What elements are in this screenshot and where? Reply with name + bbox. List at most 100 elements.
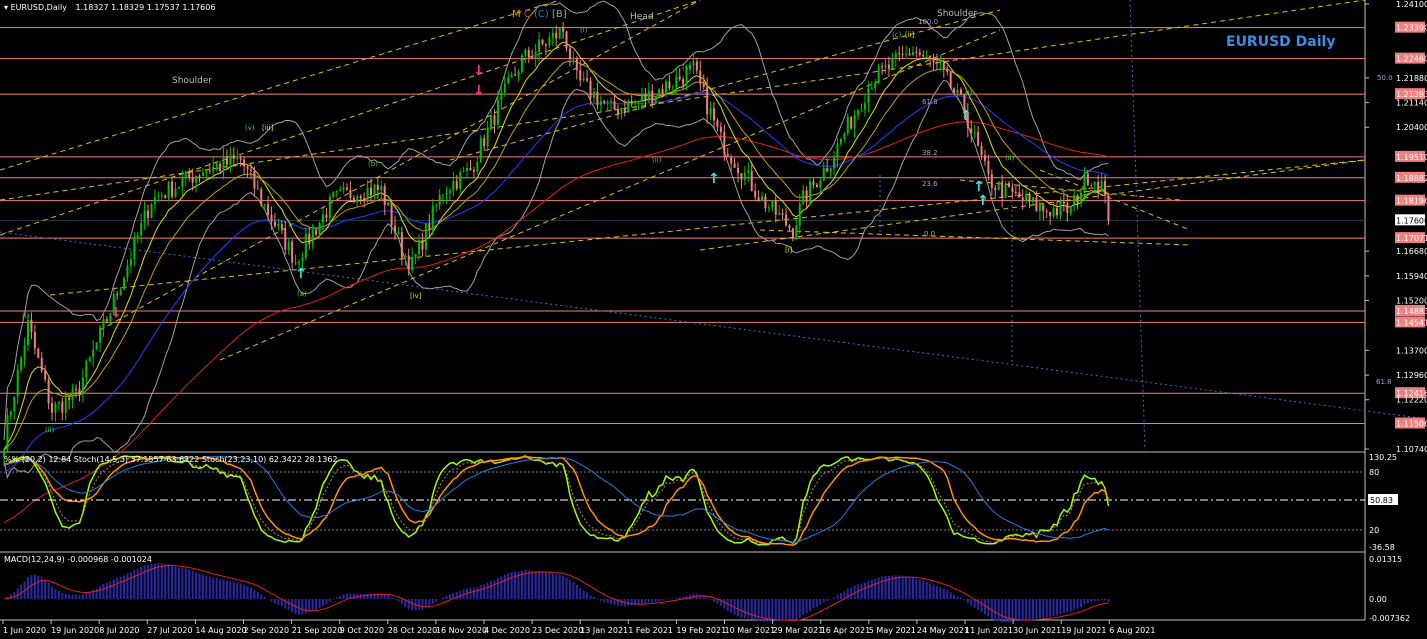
price-chart[interactable]: ↓↓↓↑↑↑↑↑ (i)(ii)(v) [iii](a)(b)[iv](i)(ii…	[0, 0, 1427, 639]
wave-label: (ii)	[45, 426, 55, 434]
candle-body	[143, 210, 146, 223]
date-label: 8 Jul 2020	[99, 626, 139, 635]
candle-body	[390, 202, 393, 226]
stoch-axis-label: 50.83	[1370, 496, 1393, 505]
candle-body	[88, 357, 91, 362]
wave-c: C	[523, 9, 531, 20]
candle-body	[92, 349, 95, 358]
level-label: 1.23390	[1396, 24, 1427, 33]
candle-body	[661, 89, 664, 94]
date-label: 19 Jun 2020	[51, 626, 99, 635]
candle-body	[1049, 211, 1052, 217]
candle-body	[956, 89, 959, 94]
candle-body	[291, 241, 294, 263]
candle-body	[411, 256, 414, 271]
candle-body	[524, 49, 527, 56]
candle-body	[702, 83, 705, 88]
macd-label: MACD(12,24,9) -0.000968 -0.001024	[4, 555, 152, 564]
level-label: 1.14541	[1396, 318, 1427, 327]
candle-body	[929, 55, 932, 60]
candle-body	[795, 225, 798, 239]
date-label: 29 Mar 2021	[773, 626, 824, 635]
candle-body	[785, 214, 788, 226]
candle-body	[23, 344, 26, 358]
level-label: 1.22460	[1396, 55, 1427, 64]
candle-body	[819, 180, 822, 188]
candle-body	[829, 168, 832, 172]
date-label: 30 Jun 2021	[1013, 626, 1061, 635]
candle-body	[160, 195, 163, 197]
candle-body	[1011, 187, 1014, 193]
candle-body	[719, 126, 722, 132]
candle-body	[1018, 192, 1021, 198]
candle-body	[640, 94, 643, 101]
macd-panel: 0.01315 0.00 -0.007362	[3, 555, 1410, 623]
wave-label: (ii)	[652, 156, 662, 164]
candle-body	[133, 237, 136, 260]
candle-body	[373, 185, 376, 196]
candle-body	[363, 198, 366, 200]
candle-body	[438, 194, 441, 206]
candle-body	[260, 189, 263, 205]
candle-body	[503, 83, 506, 93]
candle-body	[105, 318, 108, 322]
price-axis: 1.233901.224601.213931.195101.188821.181…	[1365, 0, 1427, 454]
candle-body	[863, 103, 866, 110]
candle-body	[150, 204, 153, 218]
symbol-label: EURUSD,Daily	[10, 3, 67, 12]
candle-body	[651, 90, 654, 104]
arrow-down-icon: ↓	[473, 83, 485, 99]
candle-body	[229, 155, 232, 165]
candle-body	[397, 232, 400, 234]
fib-label: 100.0	[918, 18, 938, 26]
candle-body	[809, 181, 812, 202]
candle-body	[761, 196, 764, 201]
candle-body	[57, 401, 60, 404]
fib-label: 23.6	[922, 180, 938, 188]
candle-body	[980, 145, 983, 156]
candle-body	[277, 224, 280, 227]
candle-body	[287, 241, 290, 250]
candle-body	[544, 43, 547, 46]
candle-body	[428, 223, 431, 230]
candle-body	[1035, 197, 1038, 212]
candle-body	[407, 255, 410, 271]
candle-body	[620, 107, 623, 114]
candle-body	[352, 198, 355, 203]
arrow-up-icon: ↑	[708, 171, 720, 187]
current-price-label: 1.17606	[1396, 216, 1427, 225]
candle-body	[997, 181, 1000, 191]
candle-body	[246, 166, 249, 170]
collapse-icon[interactable]: ▾	[4, 3, 8, 12]
candle-body	[174, 188, 177, 197]
candle-body	[709, 108, 712, 115]
candle-body	[664, 81, 667, 94]
shoulder-right-label: Shoulder	[937, 9, 978, 19]
candle-body	[538, 39, 541, 52]
candle-body	[627, 101, 630, 113]
candle-body	[836, 143, 839, 158]
candle-body	[466, 168, 469, 171]
candle-body	[654, 95, 657, 104]
candle-body	[68, 397, 71, 400]
candle-body	[232, 155, 235, 160]
candle-body	[754, 191, 757, 198]
candle-body	[548, 37, 551, 46]
candle-body	[198, 175, 201, 177]
price-tick-label: 1.15940	[1396, 272, 1427, 281]
arrow-up-icon: ↑	[977, 193, 989, 209]
moving-averages	[3, 41, 1109, 523]
candle-body	[366, 187, 369, 200]
candlesticks	[3, 21, 1110, 467]
candle-body	[126, 265, 129, 278]
arrow-up-icon: ↑	[960, 108, 972, 124]
candle-body	[339, 189, 342, 191]
candle-body	[510, 74, 513, 78]
candle-body	[695, 61, 698, 71]
candle-body	[349, 189, 352, 199]
candle-body	[328, 196, 331, 219]
candle-body	[726, 154, 729, 158]
candle-body	[75, 388, 78, 390]
candle-body	[507, 77, 510, 84]
chart-title-overlay: EURUSD Daily	[1226, 34, 1336, 50]
